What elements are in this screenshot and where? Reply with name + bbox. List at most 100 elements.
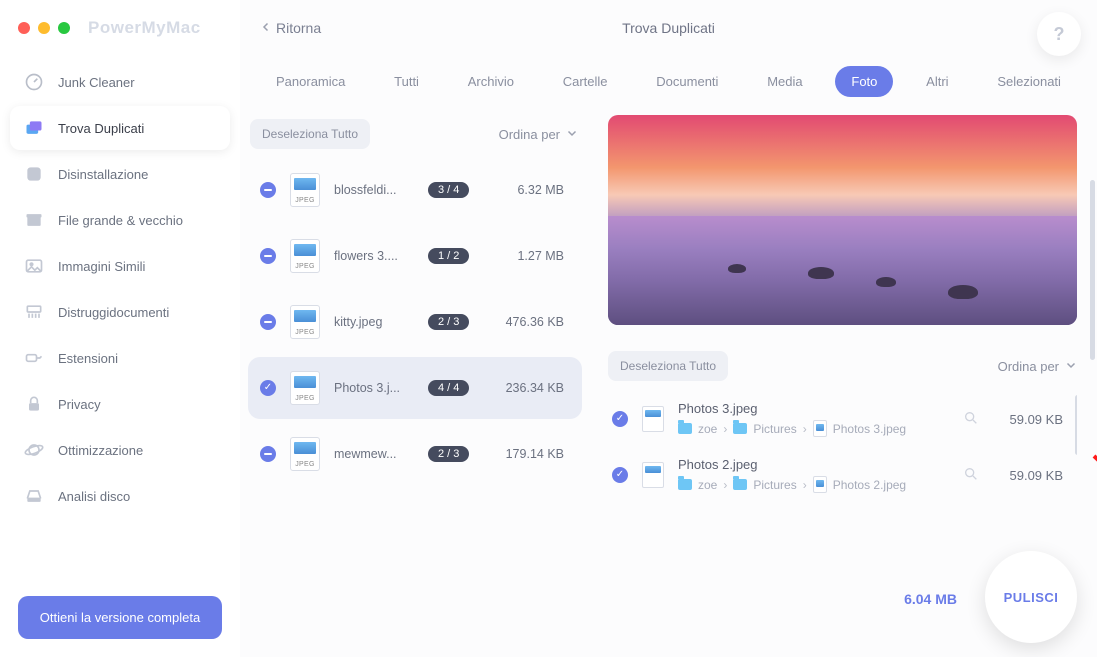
tab-archivio[interactable]: Archivio <box>452 66 530 97</box>
jpeg-file-icon: JPEG <box>290 371 320 405</box>
sidebar-item-trova-duplicati[interactable]: Trova Duplicati <box>10 106 230 150</box>
close-window-icon[interactable] <box>18 22 30 34</box>
sidebar-item-estensioni[interactable]: Estensioni <box>10 336 230 380</box>
file-name: flowers 3.... <box>334 249 414 263</box>
file-row[interactable]: JPEGkitty.jpeg2 / 3476.36 KB <box>248 291 582 353</box>
sidebar-item-label: Ottimizzazione <box>58 443 143 458</box>
duplicate-folder-icon <box>24 118 44 138</box>
detail-file-name: Photos 2.jpeg <box>678 457 949 472</box>
checkbox-icon[interactable] <box>612 411 628 427</box>
help-button[interactable]: ? <box>1037 12 1081 56</box>
sidebar-item-privacy[interactable]: Privacy <box>10 382 230 426</box>
chevron-down-icon <box>1065 359 1077 374</box>
file-list-panel: Deseleziona Tutto Ordina per JPEG blossfe… <box>248 115 588 657</box>
file-row[interactable]: JPEGblossfeldi...3 / 46.32 MB <box>248 159 582 221</box>
checkbox-icon[interactable] <box>260 446 276 462</box>
topbar: Ritorna Trova Duplicati ? <box>240 0 1097 56</box>
main-panel: Ritorna Trova Duplicati ? Panoramica Tut… <box>240 0 1097 657</box>
checkbox-icon[interactable] <box>612 467 628 483</box>
magnify-icon[interactable] <box>963 410 979 429</box>
gauge-icon <box>24 72 44 92</box>
folder-icon <box>733 479 747 490</box>
zoom-window-icon[interactable] <box>58 22 70 34</box>
sidebar-item-junk-cleaner[interactable]: Junk Cleaner <box>10 60 230 104</box>
checkbox-icon[interactable] <box>260 248 276 264</box>
file-size: 476.36 KB <box>483 315 570 329</box>
upgrade-button[interactable]: Ottieni la versione completa <box>18 596 222 639</box>
file-name: Photos 3.j... <box>334 381 414 395</box>
image-preview <box>608 115 1077 325</box>
sidebar-nav: Junk Cleaner Trova Duplicati Disinstalla… <box>0 50 240 578</box>
checkbox-icon[interactable] <box>260 380 276 396</box>
breadcrumb: zoe › Pictures › Photos 3.jpeg <box>678 420 949 437</box>
breadcrumb-separator-icon: › <box>723 422 727 436</box>
tab-panoramica[interactable]: Panoramica <box>260 66 361 97</box>
sidebar-item-ottimizzazione[interactable]: Ottimizzazione <box>10 428 230 472</box>
tab-tutti[interactable]: Tutti <box>378 66 435 97</box>
sidebar-item-label: Distruggidocumenti <box>58 305 169 320</box>
file-name: kitty.jpeg <box>334 315 414 329</box>
sidebar-item-label: Immagini Simili <box>58 259 145 274</box>
file-row[interactable]: JPEGPhotos 3.j...4 / 4236.34 KB <box>248 357 582 419</box>
chevron-down-icon <box>566 127 578 142</box>
checkbox-icon[interactable] <box>260 182 276 198</box>
tab-cartelle[interactable]: Cartelle <box>547 66 624 97</box>
minimize-window-icon[interactable] <box>38 22 50 34</box>
sidebar-item-file-grande[interactable]: File grande & vecchio <box>10 198 230 242</box>
scrollbar-thumb-icon[interactable] <box>1075 395 1077 455</box>
window-controls: PowerMyMac <box>0 10 240 50</box>
lock-icon <box>24 394 44 414</box>
file-name: mewmew... <box>334 447 414 461</box>
file-list: JPEGblossfeldi...3 / 46.32 MBJPEGflowers… <box>248 159 588 657</box>
jpeg-file-icon: JPEG <box>290 305 320 339</box>
breadcrumb-segment: Photos 2.jpeg <box>833 478 906 492</box>
deselect-all-button[interactable]: Deseleziona Tutto <box>250 119 370 149</box>
detail-sortby-label: Ordina per <box>998 359 1059 374</box>
detail-deselect-button[interactable]: Deseleziona Tutto <box>608 351 728 381</box>
clean-button[interactable]: PULISCI <box>985 551 1077 643</box>
magnify-icon[interactable] <box>963 466 979 485</box>
jpeg-file-icon <box>813 476 827 493</box>
page-title: Trova Duplicati <box>622 20 715 36</box>
folder-icon <box>678 423 692 434</box>
jpeg-file-icon <box>642 406 664 432</box>
sidebar-item-distruggi[interactable]: Distruggidocumenti <box>10 290 230 334</box>
sidebar-item-label: Junk Cleaner <box>58 75 135 90</box>
sidebar-item-immagini-simili[interactable]: Immagini Simili <box>10 244 230 288</box>
sidebar-item-label: File grande & vecchio <box>58 213 183 228</box>
checkbox-icon[interactable] <box>260 314 276 330</box>
sidebar-item-label: Disinstallazione <box>58 167 148 182</box>
detail-row[interactable]: Photos 3.jpeg zoe › Pictures › Photos 3.… <box>608 395 1067 451</box>
app-grid-icon <box>24 164 44 184</box>
breadcrumb-separator-icon: › <box>723 478 727 492</box>
breadcrumb-separator-icon: › <box>803 422 807 436</box>
file-row[interactable]: JPEGflowers 3....1 / 21.27 MB <box>248 225 582 287</box>
jpeg-file-icon <box>813 420 827 437</box>
extension-icon <box>24 348 44 368</box>
breadcrumb-segment: zoe <box>698 422 717 436</box>
detail-sortby-dropdown[interactable]: Ordina per <box>998 359 1077 374</box>
tab-media[interactable]: Media <box>751 66 818 97</box>
sidebar-item-disinstallazione[interactable]: Disinstallazione <box>10 152 230 196</box>
breadcrumb-segment: Pictures <box>753 422 796 436</box>
detail-file-size: 59.09 KB <box>993 412 1063 427</box>
detail-row[interactable]: Photos 2.jpeg zoe › Pictures › Photos 2.… <box>608 451 1067 507</box>
tab-documenti[interactable]: Documenti <box>640 66 734 97</box>
detail-file-size: 59.09 KB <box>993 468 1063 483</box>
sidebar-item-analisi-disco[interactable]: Analisi disco <box>10 474 230 518</box>
tab-altri[interactable]: Altri <box>910 66 964 97</box>
tab-foto[interactable]: Foto <box>835 66 893 97</box>
sortby-label: Ordina per <box>499 127 560 142</box>
chevron-left-icon <box>260 20 272 36</box>
sidebar-item-label: Estensioni <box>58 351 118 366</box>
sidebar-item-label: Privacy <box>58 397 101 412</box>
sidebar-item-label: Analisi disco <box>58 489 130 504</box>
sortby-dropdown[interactable]: Ordina per <box>499 127 578 142</box>
tab-selezionati[interactable]: Selezionati <box>981 66 1077 97</box>
back-button[interactable]: Ritorna <box>260 20 321 36</box>
total-size: 6.04 MB <box>904 591 957 607</box>
filter-tabs: Panoramica Tutti Archivio Cartelle Docum… <box>240 56 1097 115</box>
file-name: blossfeldi... <box>334 183 414 197</box>
jpeg-file-icon: JPEG <box>290 173 320 207</box>
file-row[interactable]: JPEGmewmew...2 / 3179.14 KB <box>248 423 582 485</box>
